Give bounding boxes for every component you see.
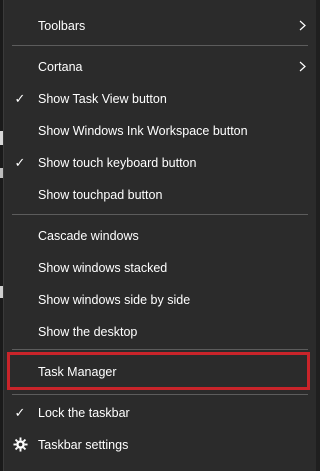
checkmark-icon: ✓ xyxy=(14,91,26,106)
menu-item-label: Cortana xyxy=(38,60,83,74)
taskbar-context-menu: Toolbars Cortana ✓ Show Task View button… xyxy=(3,0,316,471)
chevron-right-icon xyxy=(299,20,306,31)
menu-item-label: Show Windows Ink Workspace button xyxy=(38,124,248,138)
menu-item-toolbars[interactable]: Toolbars xyxy=(4,10,316,42)
menu-item-label: Show windows side by side xyxy=(38,293,191,307)
menu-item-show-task-view-button[interactable]: ✓ Show Task View button xyxy=(4,83,316,115)
menu-item-label: Show touchpad button xyxy=(38,188,163,202)
menu-item-label: Show Task View button xyxy=(38,92,167,106)
menu-item-show-windows-ink-workspace-button[interactable]: Show Windows Ink Workspace button xyxy=(4,115,316,147)
menu-item-taskbar-settings[interactable]: Taskbar settings xyxy=(4,429,316,461)
menu-item-show-the-desktop[interactable]: Show the desktop xyxy=(4,316,316,348)
menu-item-label: Cascade windows xyxy=(38,229,139,243)
menu-item-label: Show touch keyboard button xyxy=(38,156,197,170)
menu-separator xyxy=(12,214,308,215)
gear-icon xyxy=(13,437,28,452)
menu-item-label: Show windows stacked xyxy=(38,261,168,275)
menu-item-show-touch-keyboard-button[interactable]: ✓ Show touch keyboard button xyxy=(4,147,316,179)
menu-item-cortana[interactable]: Cortana xyxy=(4,51,316,83)
menu-item-show-touchpad-button[interactable]: Show touchpad button xyxy=(4,179,316,211)
menu-item-cascade-windows[interactable]: Cascade windows xyxy=(4,220,316,252)
menu-item-label: Show the desktop xyxy=(38,325,138,339)
checkmark-icon: ✓ xyxy=(14,155,26,170)
checkmark-icon: ✓ xyxy=(14,405,26,420)
menu-separator xyxy=(12,349,308,350)
task-manager-highlight-box xyxy=(7,352,310,390)
menu-item-lock-the-taskbar[interactable]: ✓ Lock the taskbar xyxy=(4,397,316,429)
chevron-right-icon xyxy=(299,61,306,72)
menu-separator xyxy=(12,394,308,395)
menu-item-show-windows-side-by-side[interactable]: Show windows side by side xyxy=(4,284,316,316)
menu-item-show-windows-stacked[interactable]: Show windows stacked xyxy=(4,252,316,284)
menu-item-label: Taskbar settings xyxy=(38,438,129,452)
menu-item-label: Toolbars xyxy=(38,19,86,33)
menu-item-label: Lock the taskbar xyxy=(38,406,130,420)
menu-separator xyxy=(12,45,308,46)
